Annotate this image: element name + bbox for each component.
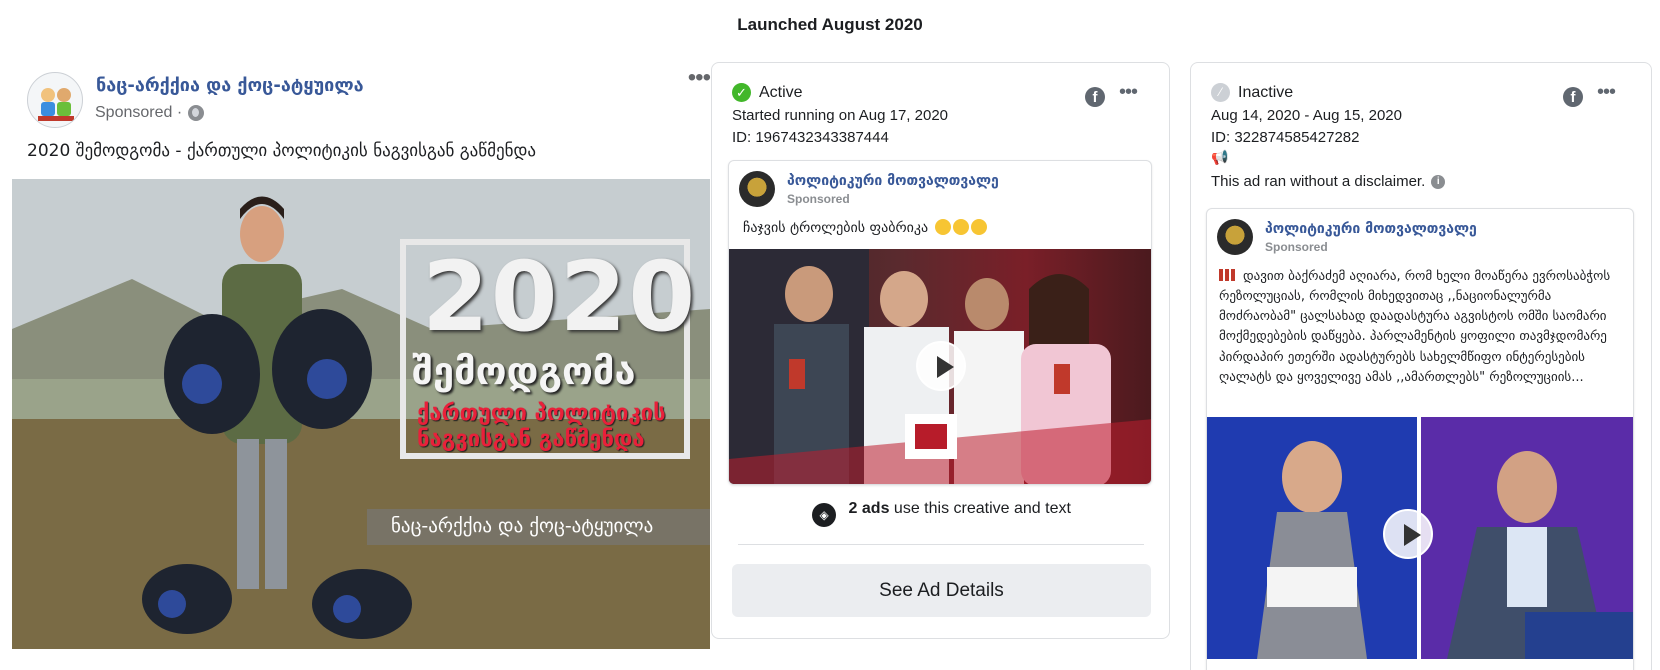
divider <box>738 544 1144 545</box>
page-avatar[interactable] <box>1217 219 1253 255</box>
ads-count: 2 ads <box>848 500 890 517</box>
run-dates: Started running on Aug 17, 2020 <box>732 107 949 124</box>
image-subtitle: შემოდგომა <box>412 349 636 393</box>
left-post: ნაც-არქქია და ქოც-ატყუილა Sponsored · ••… <box>12 62 711 658</box>
see-ad-details-button[interactable]: See Ad Details <box>732 564 1151 617</box>
uses-text: use this creative and text <box>893 500 1071 517</box>
creative-usage: ◈ 2 ads use this creative and text <box>712 500 1171 527</box>
inactive-icon: ⁄ <box>1211 83 1230 102</box>
more-icon[interactable]: ••• <box>1119 81 1138 104</box>
status-row: ⁄ Inactive <box>1211 83 1293 102</box>
disclaimer-text: This ad ran without a disclaimer. <box>1211 173 1426 190</box>
status-label: Active <box>759 83 803 101</box>
ad-card-active: ✓ Active Started running on Aug 17, 2020… <box>711 62 1170 639</box>
red-bars-icon <box>1219 269 1237 281</box>
megaphone-icon: 📢 <box>1211 149 1229 165</box>
ad-preview[interactable]: პოლიტიკური მოთვალთვალე Sponsored დავით ბ… <box>1206 208 1634 670</box>
sponsored-label: Sponsored · <box>95 104 205 122</box>
avatar-illustration <box>38 88 74 121</box>
status-row: ✓ Active <box>732 83 803 102</box>
info-icon[interactable]: i <box>1431 174 1446 189</box>
status-label: Inactive <box>1238 83 1294 101</box>
image-caption: ქართული პოლიტიკის ნაგვისგან გაწმენდა <box>417 401 666 453</box>
post-image[interactable]: 2020 შემოდგომა ქართული პოლიტიკის ნაგვისგ… <box>12 179 710 649</box>
globe-icon <box>188 105 205 121</box>
run-dates: Aug 14, 2020 - Aug 15, 2020 <box>1211 107 1402 124</box>
facebook-icon[interactable]: f <box>1563 87 1583 107</box>
play-icon[interactable] <box>1383 509 1433 559</box>
laughing-emoji-icon <box>970 219 987 235</box>
check-icon: ✓ <box>732 83 751 102</box>
disclaimer-row: This ad ran without a disclaimer. i <box>1211 173 1446 190</box>
page-avatar[interactable] <box>27 72 83 128</box>
ad-card-inactive: ⁄ Inactive Aug 14, 2020 - Aug 15, 2020 I… <box>1190 62 1652 670</box>
ad-preview[interactable]: პოლიტიკური მოთვალთვალე Sponsored ჩაჯვის … <box>728 160 1152 485</box>
laughing-emoji-icon <box>952 219 969 235</box>
sponsored-label: Sponsored <box>1265 240 1328 254</box>
ad-text-content: ჩაჯვის ტროლების ფაბრიკა <box>743 220 929 236</box>
page-name[interactable]: ნაც-არქქია და ქოც-ატყუილა <box>96 75 364 96</box>
ad-id: ID: 322874585427282 <box>1211 129 1360 146</box>
facebook-icon[interactable]: f <box>1085 87 1105 107</box>
more-icon[interactable]: ••• <box>688 64 711 92</box>
image-watermark: ნაც-არქქია და ქოც-ატყუილა <box>367 509 710 545</box>
layers-icon: ◈ <box>812 503 837 527</box>
more-icon[interactable]: ••• <box>1597 81 1616 104</box>
ad-video[interactable] <box>729 249 1151 484</box>
ad-text: დავით ბაქრაძემ აღიარა, რომ ხელი მოაწერა … <box>1219 267 1623 388</box>
page-heading: Launched August 2020 <box>737 15 923 34</box>
page-avatar[interactable] <box>739 171 775 207</box>
page-name[interactable]: პოლიტიკური მოთვალთვალე <box>1265 221 1477 237</box>
post-text: 2020 შემოდგომა - ქართული პოლიტიკის ნაგვი… <box>27 141 537 161</box>
ad-text: ჩაჯვის ტროლების ფაბრიკა <box>743 219 987 236</box>
ad-text-content: დავით ბაქრაძემ აღიარა, რომ ხელი მოაწერა … <box>1219 269 1611 385</box>
image-year: 2020 <box>422 241 698 353</box>
ad-id: ID: 1967432343387444 <box>732 129 889 146</box>
laughing-emoji-icon <box>934 219 951 235</box>
play-icon[interactable] <box>916 341 966 391</box>
page-name[interactable]: პოლიტიკური მოთვალთვალე <box>787 173 999 189</box>
sponsored-text: Sponsored · <box>95 104 183 121</box>
sponsored-label: Sponsored <box>787 192 850 206</box>
ad-video[interactable] <box>1207 417 1633 659</box>
